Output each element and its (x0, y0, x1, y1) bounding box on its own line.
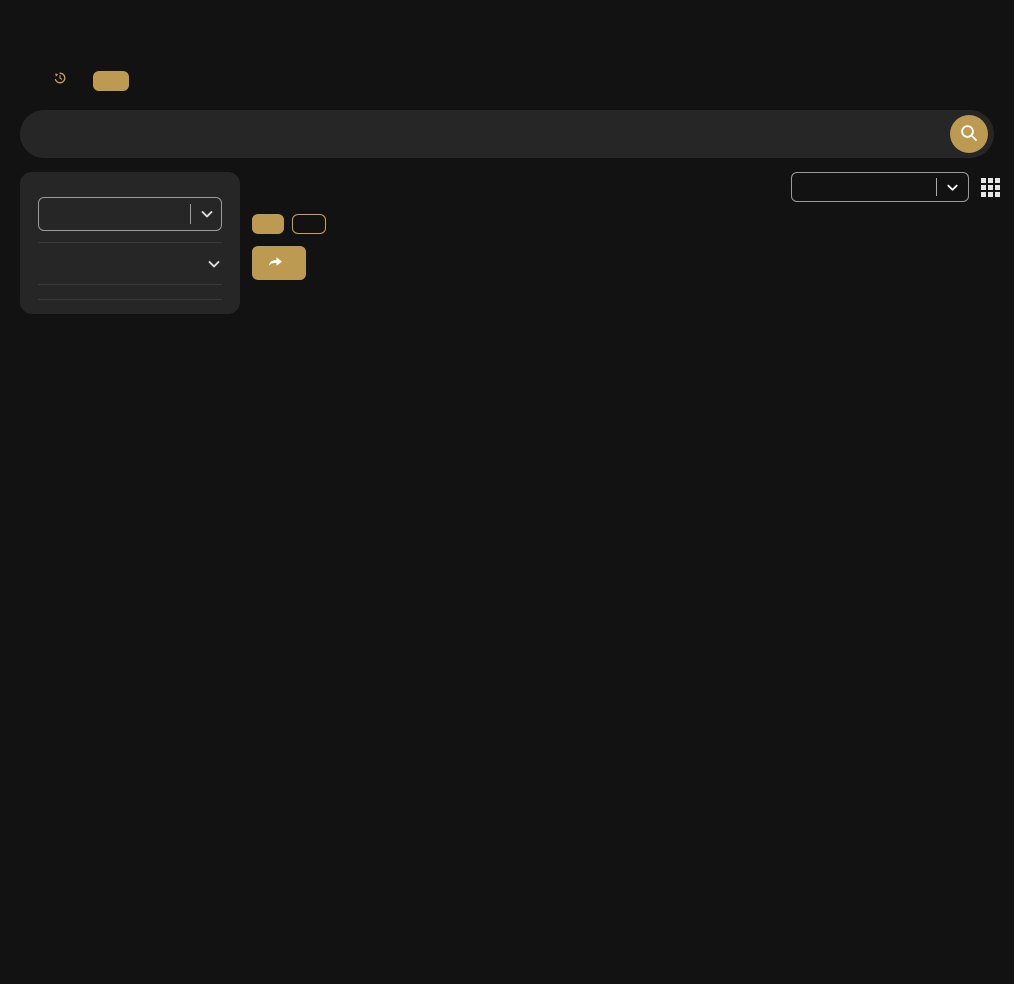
content-body (0, 158, 1014, 314)
sidebar-row-stats[interactable] (38, 242, 222, 284)
filter-action-buttons (252, 214, 1000, 234)
sub-navigation (0, 46, 1014, 100)
select-divider (936, 178, 937, 196)
share-row (252, 246, 1000, 280)
chevron-down-icon (199, 206, 215, 222)
apply-filter-button[interactable] (252, 214, 284, 234)
stats-section-end (38, 284, 222, 285)
share-button[interactable] (252, 246, 306, 280)
chevron-down-icon (945, 180, 960, 195)
share-icon (268, 254, 283, 272)
history-icon (53, 71, 67, 85)
grid-view-icon[interactable] (981, 177, 1000, 197)
search-bar (20, 110, 994, 158)
top-navigation (0, 0, 1014, 46)
search-icon (959, 123, 979, 146)
toolbar-pills-row (252, 172, 1000, 202)
search-section (0, 100, 1014, 158)
tab-history[interactable] (48, 71, 67, 91)
page-root (0, 0, 1014, 984)
sort-row (791, 172, 1000, 202)
search-button[interactable] (950, 115, 988, 153)
add-list-button[interactable] (93, 71, 129, 91)
filters-section-end (38, 299, 222, 300)
listings-main (252, 172, 1000, 314)
clear-filter-button[interactable] (292, 214, 326, 234)
select-divider (190, 204, 191, 224)
filters-sidebar (20, 172, 240, 314)
stats-search-select[interactable] (38, 197, 222, 231)
sort-select[interactable] (791, 172, 969, 202)
search-input[interactable] (20, 126, 994, 142)
chevron-down-icon (206, 256, 222, 272)
